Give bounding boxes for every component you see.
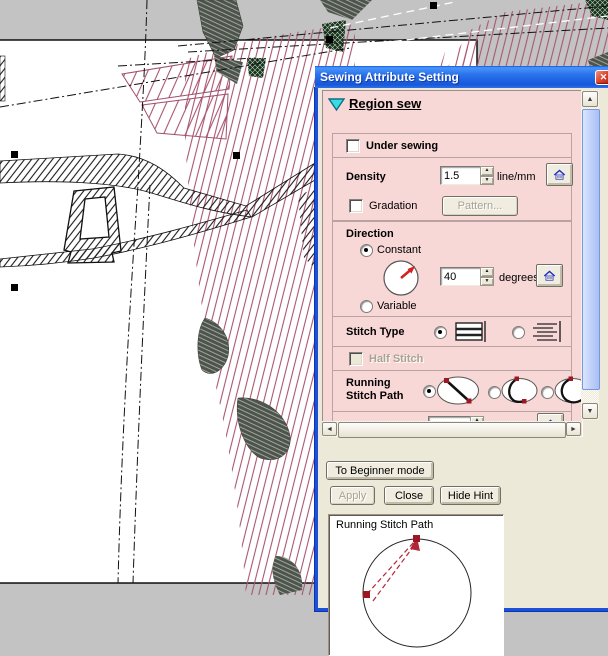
group-half-stitch: Half Stitch <box>332 346 572 372</box>
density-input[interactable] <box>440 166 481 185</box>
density-unit: line/mm <box>497 171 536 183</box>
spin-down-icon[interactable]: ▼ <box>480 176 494 186</box>
dialog-titlebar[interactable]: Sewing Attribute Setting ✕ <box>315 66 608 88</box>
scroll-left-icon[interactable]: ◄ <box>322 422 337 436</box>
vertical-scrollbar[interactable]: ▲ ▼ <box>581 90 599 420</box>
region-sew-header[interactable]: Region sew <box>349 96 421 111</box>
sewing-attribute-dialog: Sewing Attribute Setting ✕ Region sew Un… <box>315 88 608 611</box>
direction-label: Direction <box>346 228 394 240</box>
spin-up-icon[interactable]: ▲ <box>480 267 494 277</box>
apply-button[interactable]: Apply <box>330 486 375 505</box>
attribute-panel: Region sew Under sewing Density ▲ ▼ line… <box>322 90 583 437</box>
running-path-label-line1: Running <box>346 377 391 389</box>
fill-stitch-icon[interactable] <box>530 320 564 344</box>
direction-degrees-input[interactable] <box>440 267 481 286</box>
stitch-type-fill-radio[interactable] <box>512 326 525 339</box>
hint-panel: Running Stitch Path <box>328 514 504 656</box>
home-icon <box>543 268 556 284</box>
direction-default-button[interactable] <box>536 264 563 287</box>
close-button[interactable]: Close <box>384 486 434 505</box>
direction-variable-label: Variable <box>377 300 417 312</box>
density-label: Density <box>346 171 386 183</box>
scroll-right-icon[interactable]: ► <box>566 422 581 436</box>
group-direction: Direction Constant ▲ ▼ degrees <box>332 221 572 318</box>
scroll-up-icon[interactable]: ▲ <box>582 91 598 107</box>
group-density: Density ▲ ▼ line/mm Gradation Pattern... <box>332 157 572 221</box>
running-path-label-line2: Stitch Path <box>346 390 403 402</box>
under-sewing-label: Under sewing <box>366 140 438 152</box>
hint-diagram <box>329 515 501 653</box>
density-default-button[interactable] <box>546 163 573 186</box>
path-straight-icon[interactable] <box>435 374 481 407</box>
pattern-button[interactable]: Pattern... <box>442 196 518 216</box>
path-arc-icon[interactable] <box>500 376 539 405</box>
dialog-title: Sewing Attribute Setting <box>320 70 459 84</box>
group-running-stitch-path: Running Stitch Path <box>332 370 572 413</box>
group-under-sewing: Under sewing <box>332 133 572 159</box>
direction-unit: degrees <box>499 272 539 284</box>
to-beginner-mode-button[interactable]: To Beginner mode <box>326 461 434 480</box>
gradation-label: Gradation <box>369 200 417 212</box>
density-spinner: ▲ ▼ <box>480 166 494 185</box>
scroll-down-icon[interactable]: ▼ <box>582 403 598 419</box>
direction-spinner: ▲ ▼ <box>480 267 494 286</box>
half-stitch-label: Half Stitch <box>369 353 423 365</box>
half-stitch-checkbox[interactable] <box>349 352 363 366</box>
scrollbar-grip <box>587 246 595 254</box>
stitch-type-label: Stitch Type <box>346 326 404 338</box>
horizontal-scrollbar-thumb[interactable] <box>338 422 566 438</box>
gradation-checkbox[interactable] <box>349 199 363 213</box>
hide-hint-button[interactable]: Hide Hint <box>440 486 501 505</box>
home-icon <box>553 167 566 183</box>
stitch-type-satin-radio[interactable] <box>434 326 447 339</box>
group-stitch-type: Stitch Type <box>332 316 572 348</box>
collapse-triangle-icon[interactable] <box>328 97 345 112</box>
spin-down-icon[interactable]: ▼ <box>480 277 494 287</box>
region-sew-toggle[interactable]: Region sew <box>328 95 478 113</box>
satin-stitch-icon[interactable] <box>454 320 488 344</box>
direction-constant-label: Constant <box>377 244 421 256</box>
horizontal-scrollbar[interactable]: ◄ ► <box>322 421 581 437</box>
close-icon[interactable]: ✕ <box>595 70 608 85</box>
direction-variable-radio[interactable] <box>360 300 373 313</box>
under-sewing-checkbox[interactable] <box>346 139 360 153</box>
direction-constant-radio[interactable] <box>360 244 373 257</box>
vertical-scrollbar-thumb[interactable] <box>582 109 600 390</box>
spin-up-icon[interactable]: ▲ <box>480 166 494 176</box>
direction-dial[interactable] <box>382 259 420 297</box>
